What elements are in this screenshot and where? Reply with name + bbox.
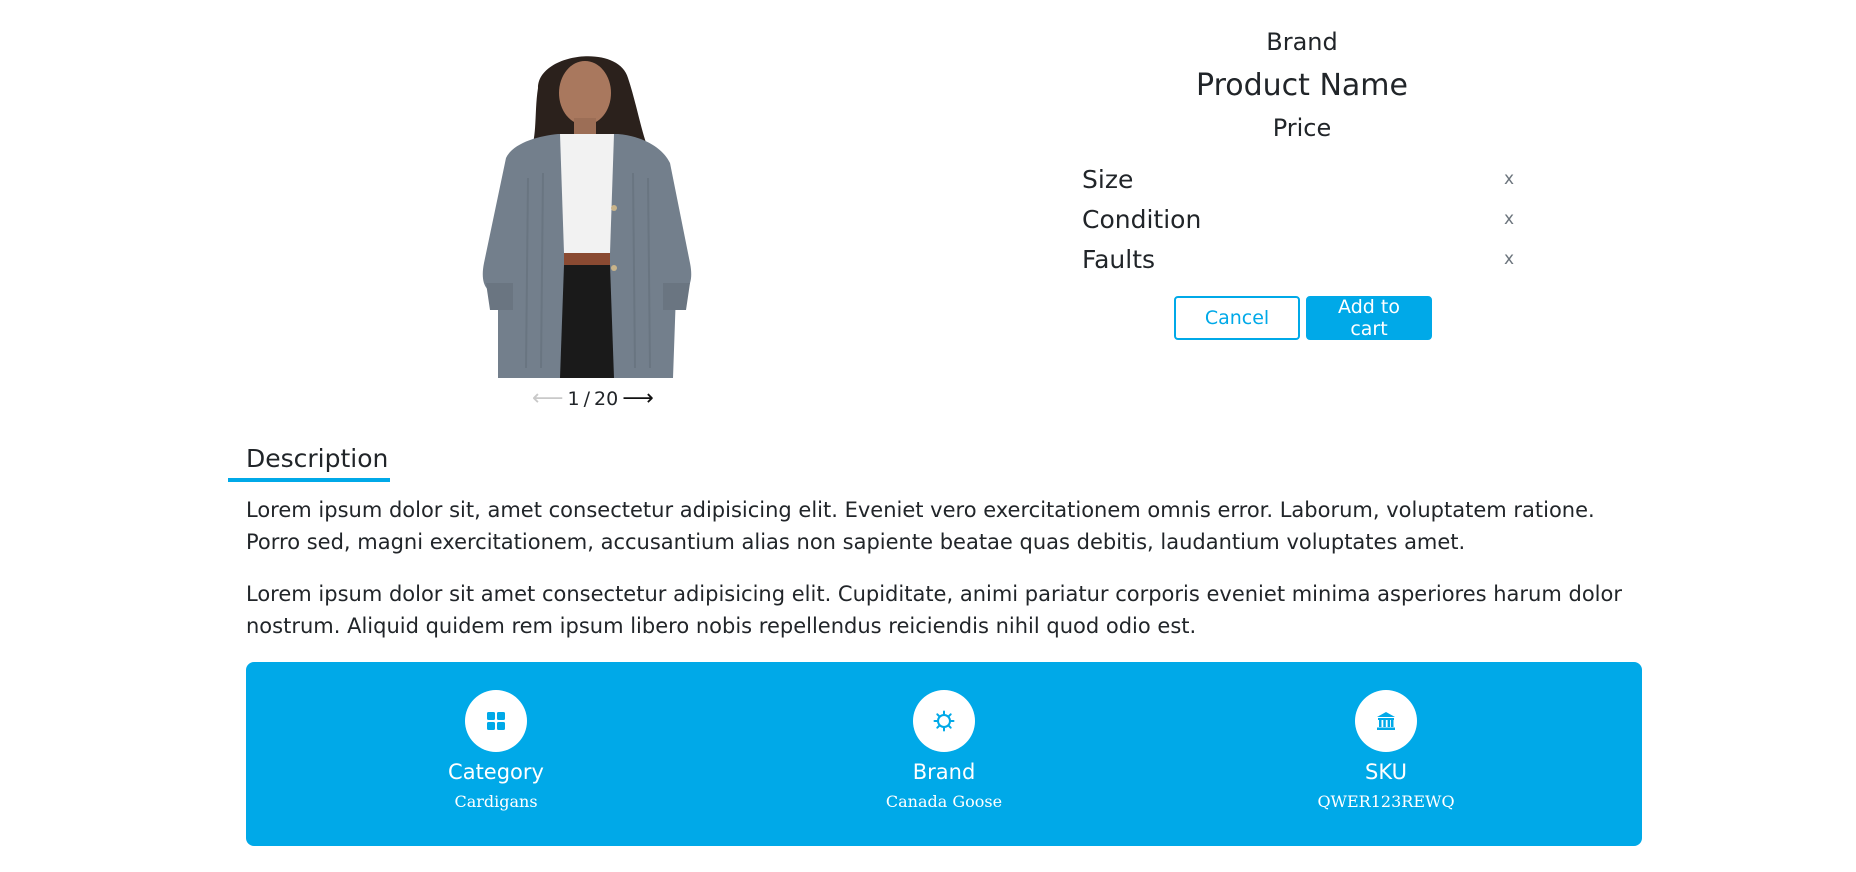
- info-value: Canada Goose: [885, 792, 1003, 811]
- attribute-label: Size: [1082, 164, 1134, 194]
- info-title: SKU: [1365, 760, 1407, 784]
- info-item-sku: SKU QWER123REWQ: [1266, 690, 1506, 811]
- info-item-brand: Brand Canada Goose: [824, 690, 1064, 811]
- attribute-value: x: [1503, 209, 1514, 229]
- product-image-gallery: [468, 48, 708, 378]
- tab-active-underline: [228, 478, 390, 482]
- info-title: Category: [448, 760, 544, 784]
- bank-icon: [1355, 690, 1417, 752]
- arrow-left-icon[interactable]: ⟵: [532, 388, 564, 410]
- grid-icon: [465, 690, 527, 752]
- description-paragraph: Lorem ipsum dolor sit, amet consectetur …: [246, 498, 1595, 554]
- attribute-row-faults: Faults x: [1082, 242, 1522, 276]
- gear-icon: [913, 690, 975, 752]
- attribute-value: x: [1503, 169, 1514, 189]
- info-value: Cardigans: [454, 792, 538, 811]
- product-info-band: Category Cardigans Brand Canada Goose SK…: [246, 662, 1642, 846]
- product-price: Price: [1272, 114, 1332, 142]
- image-pager: ⟵ 1 / 20 ⟶: [532, 386, 654, 412]
- product-name: Product Name: [1196, 68, 1408, 103]
- product-brand: Brand: [1266, 28, 1338, 56]
- attribute-value: x: [1503, 249, 1514, 269]
- attribute-row-condition: Condition x: [1082, 202, 1522, 236]
- tab-description[interactable]: Description: [228, 440, 390, 482]
- pager-total: 20: [594, 388, 619, 410]
- attribute-row-size: Size x: [1082, 162, 1522, 196]
- arrow-right-icon[interactable]: ⟶: [622, 388, 654, 410]
- tab-description-label: Description: [246, 444, 389, 473]
- action-buttons: Cancel Add to cart: [1174, 296, 1432, 340]
- product-photo: [468, 48, 708, 378]
- pager-current: 1: [567, 388, 580, 410]
- cancel-button[interactable]: Cancel: [1174, 296, 1300, 340]
- info-value: QWER123REWQ: [1317, 792, 1455, 811]
- add-to-cart-button[interactable]: Add to cart: [1306, 296, 1432, 340]
- attribute-label: Condition: [1082, 204, 1202, 234]
- info-title: Brand: [912, 760, 976, 784]
- description-paragraph: Lorem ipsum dolor sit amet consectetur a…: [246, 582, 1622, 638]
- info-item-category: Category Cardigans: [376, 690, 616, 811]
- pager-separator: /: [583, 388, 591, 410]
- attribute-label: Faults: [1082, 244, 1156, 274]
